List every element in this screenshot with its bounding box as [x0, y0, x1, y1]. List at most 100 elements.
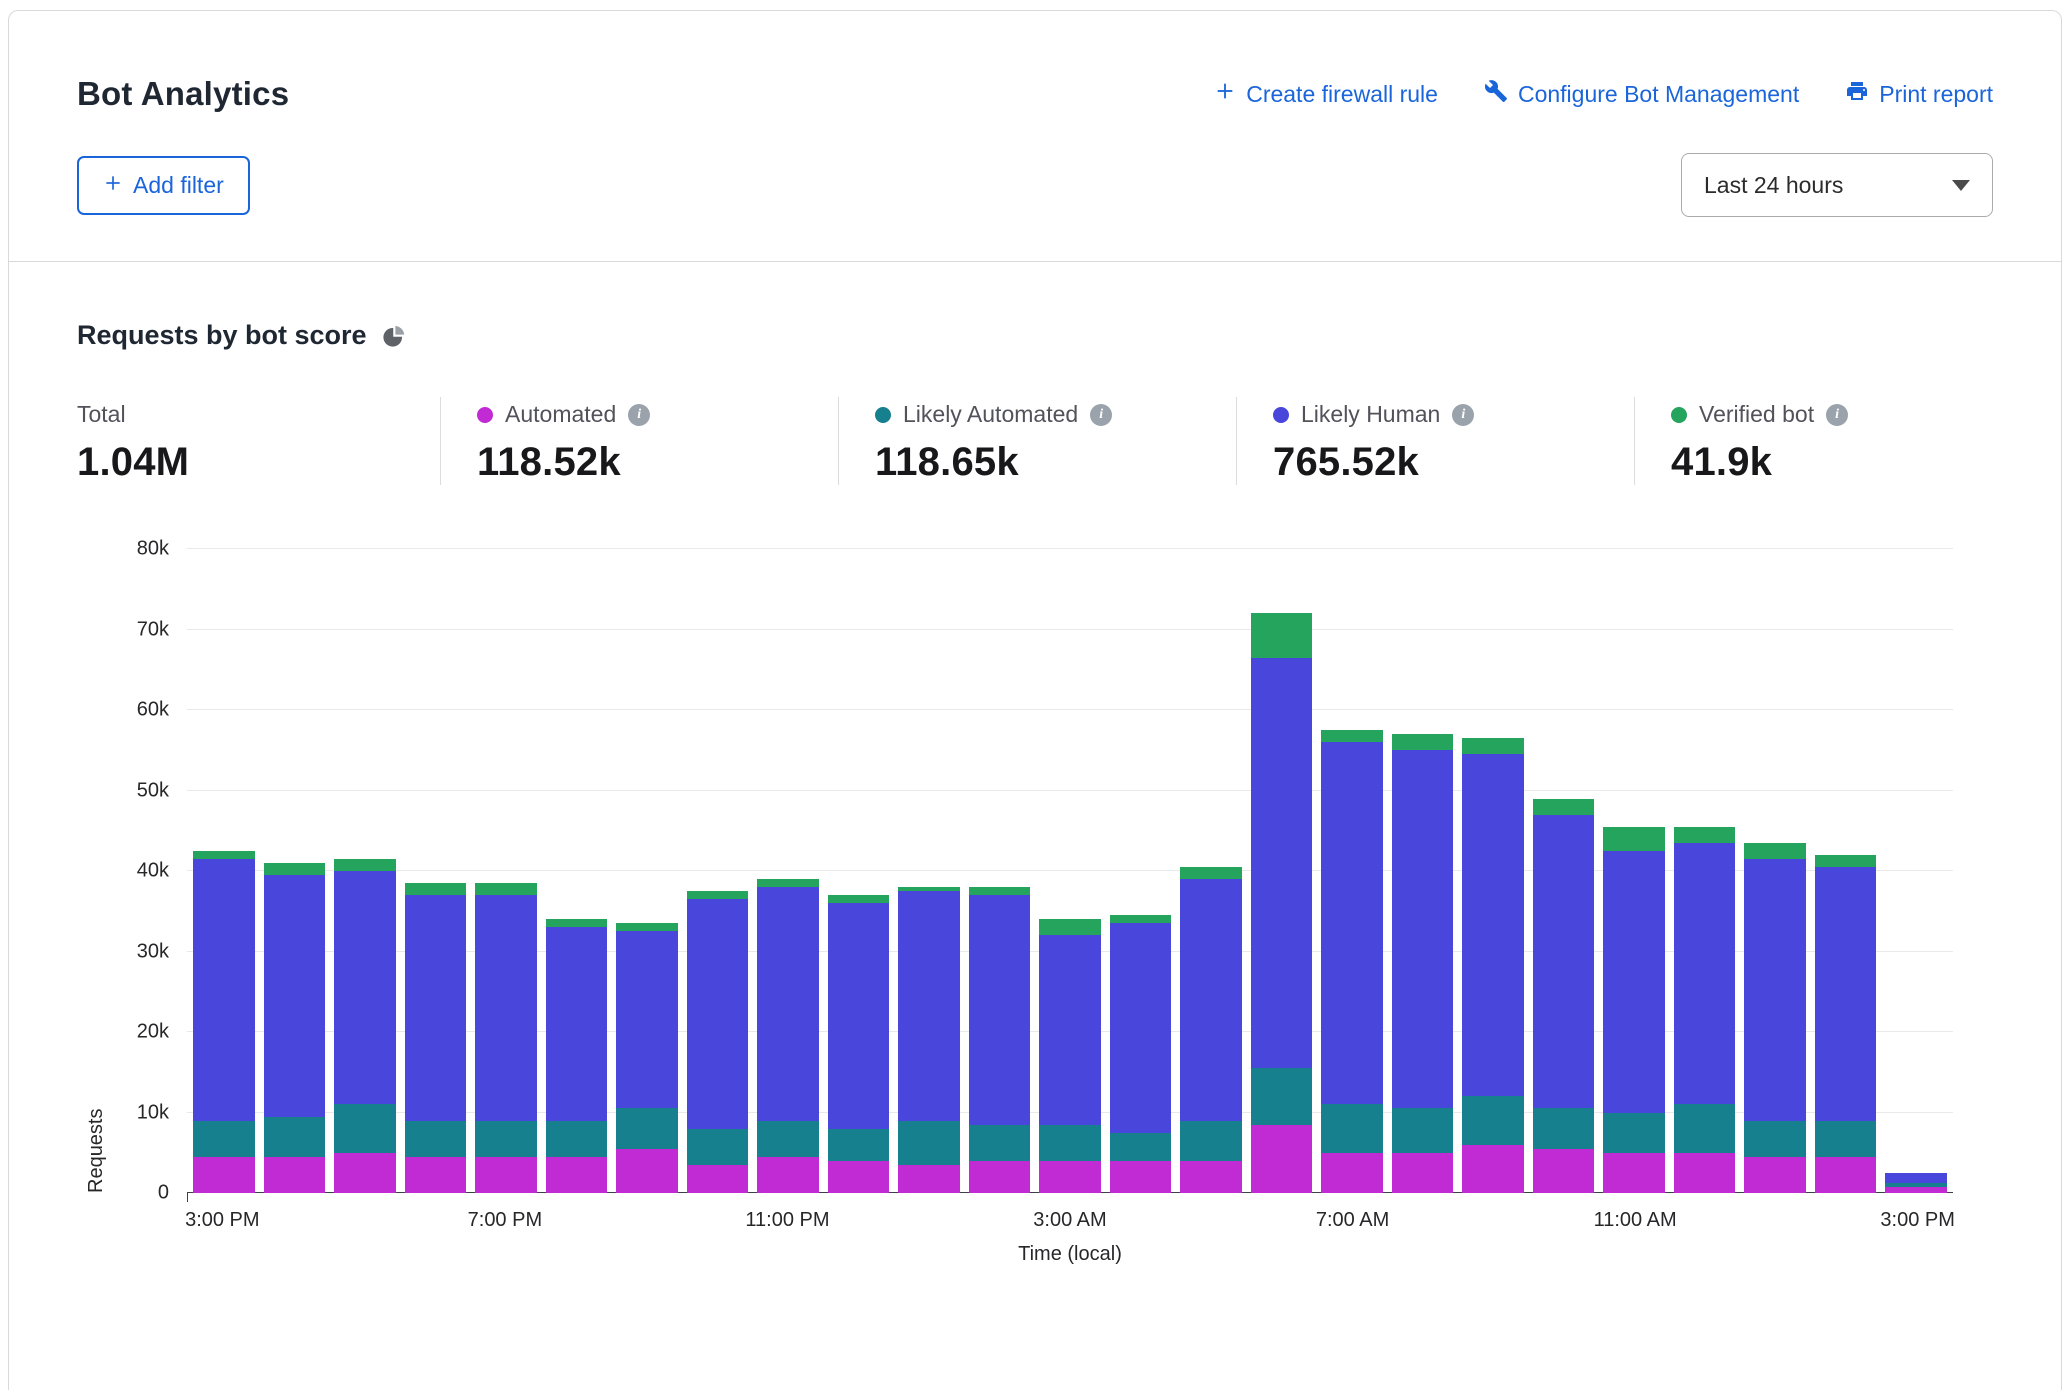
- bar-hour-13[interactable]: [1110, 549, 1172, 1193]
- page-title: Bot Analytics: [77, 75, 289, 113]
- segment-likely-automated: [1110, 1133, 1172, 1161]
- bar-hour-4[interactable]: [475, 549, 537, 1193]
- y-tick-label: 70k: [137, 618, 169, 641]
- x-axis-title: Time (local): [187, 1243, 1953, 1266]
- stat-verified-bot: Verified bot i 41.9k: [1634, 397, 1993, 485]
- bar-hour-6[interactable]: [616, 549, 678, 1193]
- likely-automated-value: 118.65k: [875, 440, 1236, 485]
- likely-human-label: Likely Human: [1301, 401, 1440, 428]
- info-icon[interactable]: i: [628, 404, 650, 426]
- bar-hour-3[interactable]: [405, 549, 467, 1193]
- segment-verified-bot: [969, 887, 1031, 895]
- add-filter-button[interactable]: Add filter: [77, 156, 250, 215]
- segment-likely-human: [1885, 1173, 1947, 1183]
- stat-total: Total 1.04M: [77, 397, 440, 485]
- total-label: Total: [77, 401, 126, 428]
- plus-icon: [1214, 80, 1236, 108]
- segment-verified-bot: [1462, 738, 1524, 754]
- segment-automated: [1180, 1161, 1242, 1193]
- bar-hour-9[interactable]: [828, 549, 890, 1193]
- segment-likely-human: [193, 859, 255, 1121]
- pie-chart-icon: [381, 323, 407, 349]
- total-value: 1.04M: [77, 440, 440, 485]
- x-tick-label: 7:00 PM: [468, 1209, 542, 1232]
- time-range-select[interactable]: Last 24 hours: [1681, 153, 1993, 217]
- bars-layer: [193, 549, 1947, 1193]
- print-report-label: Print report: [1879, 81, 1993, 108]
- segment-likely-automated: [546, 1121, 608, 1157]
- chevron-down-icon: [1952, 180, 1970, 191]
- segment-likely-human: [1603, 851, 1665, 1113]
- segment-likely-human: [1462, 754, 1524, 1096]
- y-tick-label: 20k: [137, 1021, 169, 1044]
- configure-bot-management-link[interactable]: Configure Bot Management: [1484, 79, 1799, 109]
- segment-likely-human: [757, 887, 819, 1120]
- verified-bot-value: 41.9k: [1671, 440, 1993, 485]
- segment-likely-human: [1180, 879, 1242, 1121]
- bar-hour-22[interactable]: [1744, 549, 1806, 1193]
- segment-automated: [1251, 1125, 1313, 1193]
- bar-hour-17[interactable]: [1392, 549, 1454, 1193]
- info-icon[interactable]: i: [1452, 404, 1474, 426]
- configure-bot-management-label: Configure Bot Management: [1518, 81, 1799, 108]
- bar-hour-2[interactable]: [334, 549, 396, 1193]
- segment-likely-automated: [616, 1108, 678, 1148]
- bar-hour-24[interactable]: [1885, 549, 1947, 1193]
- bar-hour-11[interactable]: [969, 549, 1031, 1193]
- requests-chart: Requests 010k20k30k40k50k60k70k80k 3:00 …: [77, 549, 1953, 1266]
- bar-hour-0[interactable]: [193, 549, 255, 1193]
- segment-likely-automated: [1392, 1108, 1454, 1152]
- bar-hour-20[interactable]: [1603, 549, 1665, 1193]
- segment-likely-automated: [1039, 1125, 1101, 1161]
- segment-automated: [193, 1157, 255, 1193]
- x-tick-label: 7:00 AM: [1316, 1209, 1389, 1232]
- printer-icon: [1845, 79, 1869, 109]
- segment-likely-human: [828, 903, 890, 1128]
- segment-verified-bot: [546, 919, 608, 927]
- bar-hour-1[interactable]: [264, 549, 326, 1193]
- y-tick-label: 80k: [137, 538, 169, 561]
- segment-verified-bot: [334, 859, 396, 871]
- info-icon[interactable]: i: [1826, 404, 1848, 426]
- segment-likely-human: [616, 931, 678, 1108]
- segment-automated: [616, 1149, 678, 1193]
- bar-hour-10[interactable]: [898, 549, 960, 1193]
- info-icon[interactable]: i: [1090, 404, 1112, 426]
- bar-hour-12[interactable]: [1039, 549, 1101, 1193]
- segment-verified-bot: [1110, 915, 1172, 923]
- create-firewall-rule-link[interactable]: Create firewall rule: [1214, 80, 1438, 108]
- likely-automated-label: Likely Automated: [903, 401, 1078, 428]
- automated-value: 118.52k: [477, 440, 838, 485]
- bar-hour-18[interactable]: [1462, 549, 1524, 1193]
- print-report-link[interactable]: Print report: [1845, 79, 1993, 109]
- bar-hour-5[interactable]: [546, 549, 608, 1193]
- bar-hour-8[interactable]: [757, 549, 819, 1193]
- time-range-value: Last 24 hours: [1704, 172, 1843, 199]
- segment-likely-automated: [1674, 1104, 1736, 1152]
- segment-automated: [1321, 1153, 1383, 1193]
- segment-verified-bot: [1180, 867, 1242, 879]
- bar-hour-23[interactable]: [1815, 549, 1877, 1193]
- bar-hour-15[interactable]: [1251, 549, 1313, 1193]
- bar-hour-21[interactable]: [1674, 549, 1736, 1193]
- segment-likely-human: [405, 895, 467, 1120]
- segment-verified-bot: [1039, 919, 1101, 935]
- segment-automated: [757, 1157, 819, 1193]
- legend-dot: [477, 407, 493, 423]
- x-tick-label: 11:00 AM: [1594, 1209, 1677, 1232]
- segment-verified-bot: [616, 923, 678, 931]
- bar-hour-16[interactable]: [1321, 549, 1383, 1193]
- bar-hour-14[interactable]: [1180, 549, 1242, 1193]
- bar-hour-7[interactable]: [687, 549, 749, 1193]
- segment-automated: [1392, 1153, 1454, 1193]
- segment-likely-human: [1110, 923, 1172, 1132]
- segment-automated: [264, 1157, 326, 1193]
- plot-area: [187, 549, 1953, 1193]
- segment-verified-bot: [1251, 613, 1313, 657]
- x-tick-label: 11:00 PM: [745, 1209, 829, 1232]
- bar-hour-19[interactable]: [1533, 549, 1595, 1193]
- segment-likely-human: [969, 895, 1031, 1124]
- wrench-icon: [1484, 79, 1508, 109]
- segment-automated: [334, 1153, 396, 1193]
- y-tick-label: 10k: [137, 1101, 169, 1124]
